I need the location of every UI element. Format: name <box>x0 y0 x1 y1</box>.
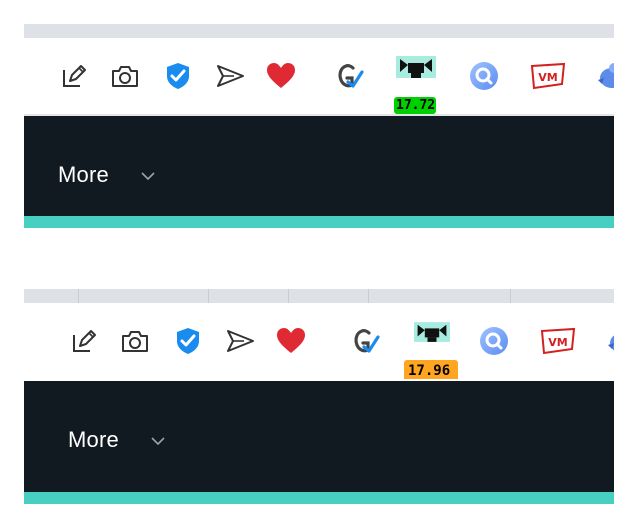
more-menu-label[interactable]: More <box>58 162 109 188</box>
grammar-check-icon[interactable] <box>334 60 366 92</box>
camera-icon[interactable] <box>109 60 141 92</box>
send-icon[interactable] <box>224 325 256 357</box>
accent-bar <box>24 216 614 228</box>
cat-face-icon[interactable] <box>414 322 450 342</box>
heart-icon[interactable] <box>275 325 307 357</box>
send-icon[interactable] <box>214 60 246 92</box>
tab-separator <box>208 289 209 303</box>
tab-separator <box>288 289 289 303</box>
cat-face-icon[interactable] <box>396 56 436 78</box>
search-circle-icon[interactable] <box>478 325 510 357</box>
edit-page-icon[interactable] <box>68 325 100 357</box>
bird-icon[interactable] <box>594 60 614 92</box>
browser-window-top: 17.72 VM More <box>24 24 614 240</box>
shield-check-icon[interactable] <box>172 325 204 357</box>
heart-icon[interactable] <box>265 60 297 92</box>
edit-page-icon[interactable] <box>58 60 90 92</box>
tab-strip <box>24 289 614 303</box>
browser-window-bottom: 17.96 VM More <box>24 289 614 504</box>
site-navbar: More <box>24 381 614 504</box>
more-menu-label[interactable]: More <box>68 427 119 453</box>
bird-icon[interactable] <box>604 325 614 357</box>
accent-bar <box>24 492 614 504</box>
tab-separator <box>78 289 79 303</box>
site-navbar: More <box>24 116 614 228</box>
tab-separator <box>510 289 511 303</box>
vm-icon[interactable]: VM <box>530 60 566 92</box>
extensions-toolbar: 17.96 VM <box>24 303 614 382</box>
tab-strip <box>24 24 614 38</box>
badge-value: 17.72 <box>396 98 436 113</box>
search-circle-icon[interactable] <box>468 60 500 92</box>
svg-text:VM: VM <box>538 71 557 84</box>
chevron-down-icon[interactable] <box>140 171 156 181</box>
vm-icon[interactable]: VM <box>540 325 576 357</box>
extension-badge: 17.72 <box>394 97 436 114</box>
svg-text:VM: VM <box>548 336 567 349</box>
tab-separator <box>368 289 369 303</box>
grammar-check-icon[interactable] <box>350 325 382 357</box>
extensions-toolbar: 17.72 VM <box>24 38 614 114</box>
camera-icon[interactable] <box>119 325 151 357</box>
badge-value: 17.96 <box>408 363 451 379</box>
chevron-down-icon[interactable] <box>150 436 166 446</box>
shield-check-icon[interactable] <box>162 60 194 92</box>
